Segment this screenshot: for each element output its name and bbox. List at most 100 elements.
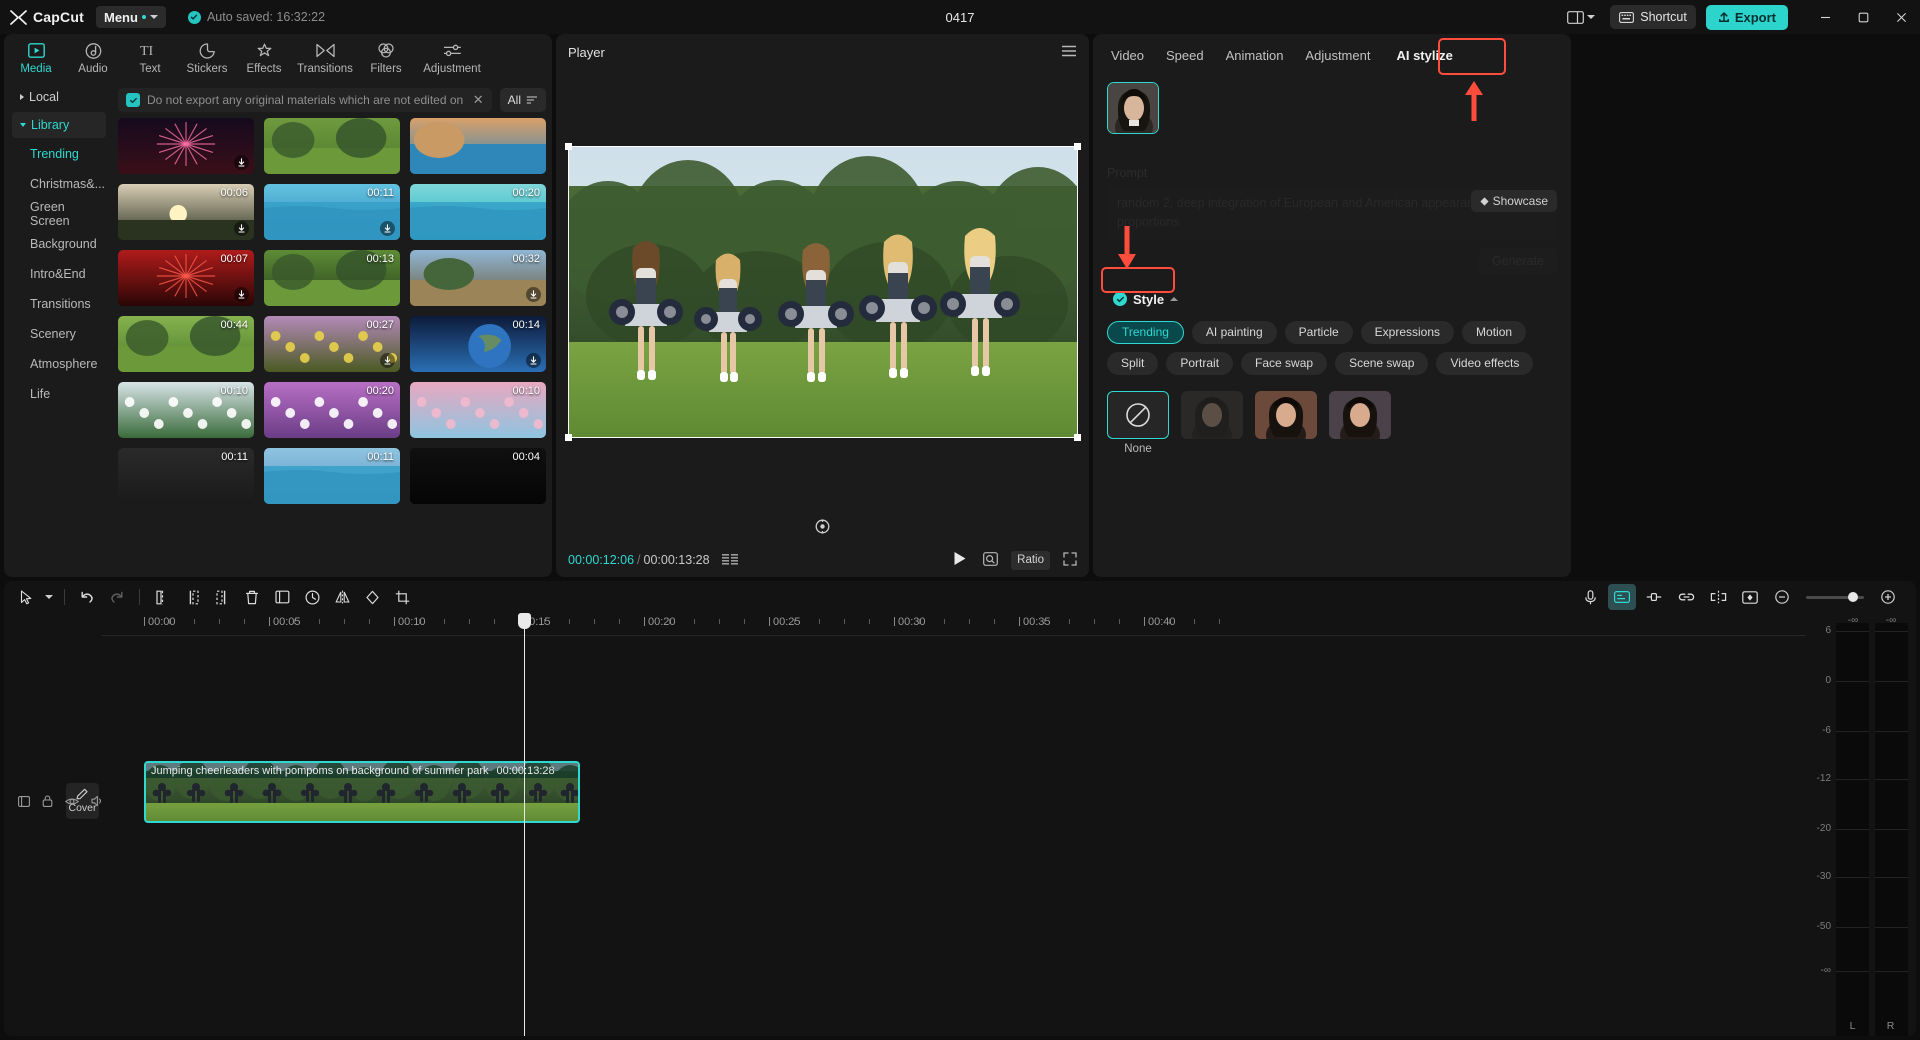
media-thumbnail[interactable]: 00:10 [410,382,546,438]
style-preset[interactable] [1329,391,1391,455]
close-button[interactable] [1882,0,1920,34]
tab-transitions[interactable]: Transitions [293,39,357,75]
tab-audio[interactable]: Audio [65,39,121,75]
sidebar-item-scenery[interactable]: Scenery [12,320,106,348]
media-thumbnail[interactable]: 00:13 [264,250,400,306]
sidebar-item-christmas[interactable]: Christmas&... [12,170,106,198]
resize-handle-bottom-left[interactable] [565,434,572,441]
sidebar-item-background[interactable]: Background [12,230,106,258]
record-voiceover-button[interactable] [1576,584,1604,610]
style-chip[interactable]: Trending [1107,321,1184,344]
nav-group-local[interactable]: Local [12,84,106,110]
auto-adjust-button[interactable] [1640,584,1668,610]
timeline-scroll[interactable]: 00:0000:0500:1000:1500:2000:2500:3000:35… [102,613,1916,1036]
crop-clip-button[interactable] [268,584,296,610]
select-tool-dropdown[interactable] [42,584,56,610]
style-chip[interactable]: Video effects [1436,352,1533,375]
media-grid-scroll[interactable]: 00:0600:1100:2000:0700:1300:3200:4400:27… [118,118,546,577]
preset-thumbnail[interactable] [1181,391,1243,439]
close-icon[interactable]: ✕ [473,92,484,108]
speed-button[interactable] [298,584,326,610]
style-checkbox[interactable] [1113,292,1127,306]
style-chip[interactable]: Split [1107,352,1158,375]
recenter-icon[interactable] [815,519,830,537]
media-thumbnail[interactable]: 00:11 [264,184,400,240]
media-thumbnail[interactable]: 00:20 [410,184,546,240]
play-button[interactable] [953,551,967,569]
style-chip[interactable]: Portrait [1166,352,1233,375]
resize-handle-bottom-right[interactable] [1074,434,1081,441]
style-chip[interactable]: Particle [1285,321,1353,344]
preset-thumbnail[interactable] [1255,391,1317,439]
trim-left-button[interactable] [178,584,206,610]
track-visibility-icon[interactable] [65,795,79,810]
tab-effects[interactable]: Effects [236,39,292,75]
menu-button[interactable]: Menu [96,6,166,28]
unlink-clips-button[interactable] [1704,584,1732,610]
ratio-button[interactable]: Ratio [1011,551,1050,570]
preset-thumbnail[interactable] [1107,391,1169,439]
delete-button[interactable] [238,584,266,610]
timeline-clip[interactable]: Jumping cheerleaders with pompoms on bac… [144,761,580,823]
media-thumbnail[interactable]: 00:14 [410,316,546,372]
resize-handle-top-right[interactable] [1074,143,1081,150]
export-button[interactable]: Export [1706,5,1788,30]
media-thumbnail[interactable]: 00:44 [118,316,254,372]
undo-button[interactable] [73,584,101,610]
link-clips-button[interactable] [1672,584,1700,610]
tab-filters[interactable]: Filters [358,39,414,75]
chevron-up-icon[interactable] [1170,297,1178,301]
redo-button[interactable] [103,584,131,610]
nav-group-library[interactable]: Library [12,112,106,138]
playhead[interactable] [524,613,525,1036]
timeline-ruler[interactable]: 00:0000:0500:1000:1500:2000:2500:3000:35… [102,613,1916,635]
generate-button[interactable]: Generate [1479,248,1557,274]
player-menu-icon[interactable] [1061,45,1077,60]
sidebar-item-life[interactable]: Life [12,380,106,408]
style-chip[interactable]: AI painting [1192,321,1277,344]
select-tool-button[interactable] [12,584,40,610]
style-preset[interactable]: None [1107,391,1169,455]
tab-stickers[interactable]: Stickers [179,39,235,75]
auto-captions-button[interactable] [1608,584,1636,610]
download-icon[interactable] [380,221,395,236]
preview-quality-icon[interactable] [983,552,998,569]
frames-icon[interactable] [722,553,739,568]
fullscreen-icon[interactable] [1063,552,1077,569]
minimize-button[interactable] [1806,0,1844,34]
style-preset[interactable] [1181,391,1243,455]
download-icon[interactable] [234,287,249,302]
zoom-in-button[interactable] [1874,584,1902,610]
tab-media[interactable]: Media [8,39,64,75]
split-button[interactable] [148,584,176,610]
timeline-zoom-slider[interactable] [1806,596,1864,599]
shortcut-button[interactable]: Shortcut [1610,5,1696,29]
tab-adjustment[interactable]: Adjustment [415,39,489,75]
media-thumbnail[interactable] [118,118,254,174]
tab-speed[interactable]: Speed [1156,34,1214,76]
style-chip[interactable]: Expressions [1361,321,1454,344]
tab-animation[interactable]: Animation [1216,34,1294,76]
style-chip[interactable]: Motion [1462,321,1526,344]
tab-ai-stylize[interactable]: AI stylize [1386,34,1462,76]
style-preset[interactable] [1255,391,1317,455]
style-chip[interactable]: Face swap [1241,352,1327,375]
sidebar-item-transitions[interactable]: Transitions [12,290,106,318]
keyframe-button[interactable] [1736,584,1764,610]
reference-avatar[interactable] [1107,82,1159,134]
sidebar-item-intro-end[interactable]: Intro&End [12,260,106,288]
download-icon[interactable] [234,221,249,236]
media-thumbnail[interactable]: 00:27 [264,316,400,372]
layout-switch-button[interactable] [1562,8,1600,27]
resize-handle-top-left[interactable] [565,143,572,150]
crop-button[interactable] [388,584,416,610]
tab-text[interactable]: TI Text [122,39,178,75]
download-icon[interactable] [234,155,249,170]
zoom-out-button[interactable] [1768,584,1796,610]
style-chip[interactable]: Scene swap [1335,352,1428,375]
style-section-header[interactable]: Style [1107,292,1557,307]
playhead-handle[interactable] [518,613,531,629]
showcase-button[interactable]: Showcase [1471,190,1557,212]
download-icon[interactable] [526,353,541,368]
sidebar-item-atmosphere[interactable]: Atmosphere [12,350,106,378]
